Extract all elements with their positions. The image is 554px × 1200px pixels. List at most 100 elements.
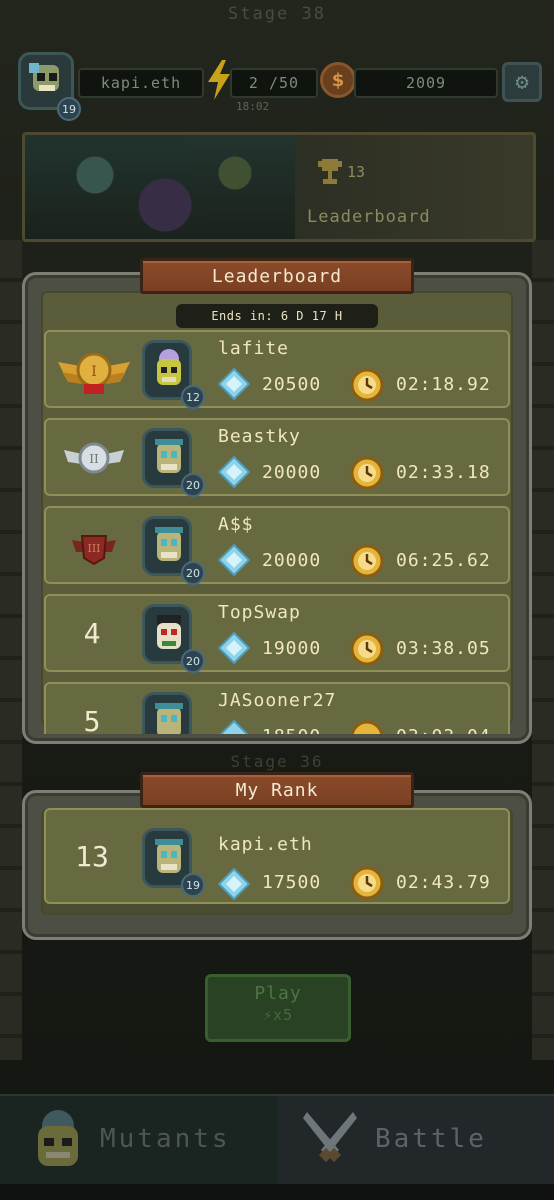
- leaderboard-banner[interactable]: 13 Leaderboard: [22, 132, 536, 242]
- level-badge: 20: [181, 649, 205, 673]
- level-badge: 19: [181, 873, 205, 897]
- leaderboard-title: Leaderboard: [140, 258, 414, 294]
- lightning-bolt-icon: [208, 60, 230, 100]
- gear-icon: ⚙: [515, 69, 529, 95]
- leaderboard-row[interactable]: II 20 Beastky 20000 02:33.18: [44, 418, 510, 497]
- gold-medal-icon: I: [58, 352, 130, 394]
- player-name: lafite: [218, 338, 290, 359]
- time-value: 02:33.18: [396, 462, 491, 483]
- player-name: Beastky: [218, 426, 301, 447]
- time-value: 03:03.04: [396, 726, 491, 734]
- player-name-field: kapi.eth: [78, 68, 204, 98]
- energy-counter: 2 /50: [230, 68, 318, 98]
- rank-number: 4: [83, 616, 101, 650]
- player-name: JASooner27: [218, 690, 337, 711]
- score-value: 20500: [262, 374, 322, 395]
- mutant-face-icon: [157, 349, 181, 385]
- leaderboard-row[interactable]: I 12 lafite 20500 02:18.92: [44, 330, 510, 409]
- leaderboard-row[interactable]: 4 20 TopSwap 19000 03:38.05: [44, 594, 510, 673]
- leaderboard-row[interactable]: III 20 A$$ 20000 06:25.62: [44, 506, 510, 585]
- clock-icon: [350, 456, 384, 490]
- tab-battle[interactable]: Battle: [277, 1094, 554, 1184]
- diamond-gem-icon: [218, 368, 250, 400]
- level-badge: 20: [181, 473, 205, 497]
- top-bar: 19 kapi.eth 2 /50 18:02 $ 2009 ⚙: [18, 52, 542, 121]
- banner-scene-art: [25, 135, 295, 239]
- player-name: kapi.eth: [218, 834, 313, 855]
- play-button[interactable]: Play ⚡x5: [205, 974, 351, 1042]
- lightning-bolt-icon: ⚡: [262, 1006, 273, 1024]
- score-value: 17500: [262, 872, 322, 893]
- my-rank-title: My Rank: [140, 772, 414, 808]
- ends-in-timer: Ends in: 6 D 17 H: [176, 304, 378, 328]
- mutant-face-icon: [157, 615, 181, 649]
- level-badge: 12: [181, 385, 205, 409]
- diamond-gem-icon: [218, 456, 250, 488]
- time-value: 02:43.79: [396, 872, 491, 893]
- play-cost: ⚡x5: [208, 1006, 348, 1024]
- play-button-label: Play: [254, 983, 302, 1004]
- medal-label: III: [87, 542, 100, 555]
- tab-mutants[interactable]: Mutants: [0, 1094, 277, 1184]
- leaderboard-row[interactable]: 5 20 JASooner27 18500 03:03.04: [44, 682, 510, 734]
- score-value: 18500: [262, 726, 321, 734]
- player-avatar[interactable]: 19: [18, 52, 81, 121]
- my-rank-row[interactable]: 13 19 kapi.eth 17500 02:43.79: [44, 808, 510, 904]
- diamond-gem-icon: [218, 868, 250, 900]
- mutant-face-icon: [155, 703, 183, 734]
- player-name: A$$: [218, 514, 254, 535]
- avatar: 20: [142, 692, 192, 734]
- rank-number: 5: [83, 704, 101, 735]
- clock-icon: [350, 720, 384, 734]
- banner-title: Leaderboard: [307, 207, 431, 227]
- rank-number: 13: [75, 839, 109, 873]
- bottom-navigation: Mutants Battle: [0, 1094, 554, 1184]
- score-value: 19000: [262, 638, 322, 659]
- crossed-swords-icon: [303, 1112, 357, 1163]
- mutant-face-icon: [29, 63, 59, 91]
- score-value: 20000: [262, 550, 322, 571]
- coin-balance: 2009: [354, 68, 498, 98]
- avatar: 20: [142, 516, 205, 585]
- avatar: 12: [142, 340, 205, 409]
- time-value: 06:25.62: [396, 550, 491, 571]
- silver-medal-icon: II: [64, 442, 124, 474]
- home-indicator-area: [0, 1184, 554, 1200]
- dollar-coin-icon: $: [320, 62, 356, 98]
- background-wall-right: [532, 240, 554, 1060]
- stage-label-top: Stage 38: [228, 4, 326, 24]
- background-wall-left: [0, 240, 22, 1060]
- diamond-gem-icon: [218, 544, 250, 576]
- diamond-gem-icon: [218, 632, 250, 664]
- tab-mutants-label: Mutants: [100, 1124, 231, 1154]
- tab-battle-label: Battle: [375, 1124, 487, 1154]
- level-badge: 20: [181, 561, 205, 585]
- bronze-medal-icon: III: [72, 535, 116, 566]
- clock-icon: [350, 866, 384, 900]
- score-value: 20000: [262, 462, 322, 483]
- medal-label: II: [89, 452, 99, 466]
- mutant-face-icon: [155, 839, 183, 873]
- player-level-badge: 19: [57, 97, 81, 121]
- medal-label: I: [91, 364, 97, 380]
- clock-icon: [350, 632, 384, 666]
- time-value: 02:18.92: [396, 374, 491, 395]
- avatar: 20: [142, 604, 205, 673]
- player-name: TopSwap: [218, 602, 301, 623]
- mutant-face-icon: [155, 439, 183, 473]
- clock-icon: [350, 544, 384, 578]
- clock-icon: [350, 368, 384, 402]
- avatar: 19: [142, 828, 205, 897]
- diamond-gem-icon: [219, 720, 249, 734]
- energy-refill-timer: 18:02: [236, 100, 270, 113]
- trophy-icon: [318, 159, 342, 184]
- mutant-face-icon: [38, 1110, 78, 1166]
- time-value: 03:38.05: [396, 638, 491, 659]
- avatar: 20: [142, 428, 205, 497]
- stage-label-middle: Stage 36: [230, 752, 324, 771]
- play-cost-value: x5: [272, 1006, 294, 1024]
- settings-button[interactable]: ⚙: [502, 62, 542, 102]
- banner-trophy-count: 13: [347, 163, 366, 181]
- leaderboard-list[interactable]: I 12 lafite 20500 02:18.92 II 20 Beastky…: [44, 330, 510, 734]
- mutant-face-icon: [155, 527, 183, 561]
